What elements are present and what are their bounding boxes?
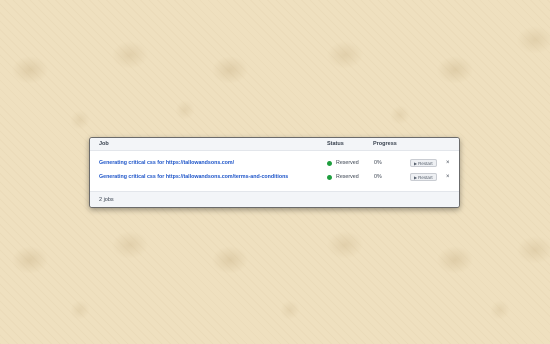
- status-label: Reserved: [336, 174, 359, 180]
- job-count: 2 jobs: [99, 196, 114, 203]
- table-footer: 2 jobs: [90, 191, 459, 207]
- column-header-status: Status: [327, 141, 344, 147]
- status-cell: Reserved: [327, 174, 359, 180]
- column-header-progress: Progress: [373, 141, 397, 147]
- close-icon[interactable]: ×: [446, 160, 450, 166]
- column-header-job: Job: [99, 141, 109, 147]
- restart-label: Restart: [418, 160, 433, 166]
- restart-button[interactable]: ▶ Restart: [410, 173, 437, 181]
- progress-value: 0%: [374, 174, 382, 180]
- status-dot-icon: [327, 160, 332, 166]
- table-row: Generating critical css for https://tall…: [90, 156, 459, 170]
- restart-button[interactable]: ▶ Restart: [410, 159, 437, 167]
- status-label: Reserved: [336, 160, 359, 166]
- restart-label: Restart: [418, 174, 433, 180]
- play-icon: ▶: [414, 160, 418, 166]
- status-cell: Reserved: [327, 160, 359, 166]
- close-icon[interactable]: ×: [446, 174, 450, 180]
- play-icon: ▶: [414, 174, 418, 180]
- job-link[interactable]: Generating critical css for https://tall…: [99, 160, 234, 166]
- table-header: Job Status Progress: [90, 138, 459, 151]
- jobs-panel: Job Status Progress Generating critical …: [89, 137, 460, 208]
- status-dot-icon: [327, 174, 332, 180]
- table-row: Generating critical css for https://tall…: [90, 170, 459, 184]
- job-link[interactable]: Generating critical css for https://tall…: [99, 174, 288, 180]
- progress-value: 0%: [374, 160, 382, 166]
